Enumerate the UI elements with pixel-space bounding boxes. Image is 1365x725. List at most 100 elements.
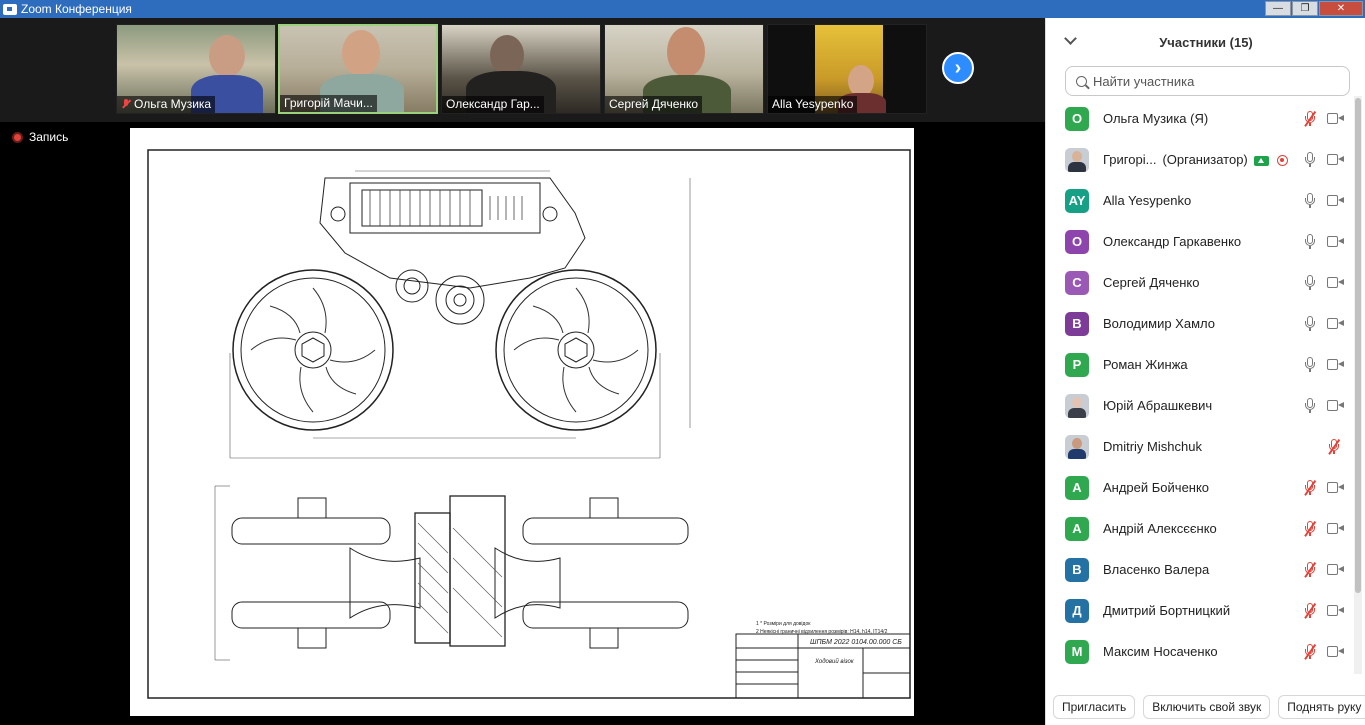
microphone-icon[interactable] [1304, 275, 1316, 290]
video-camera-icon[interactable] [1327, 318, 1344, 329]
avatar: В [1065, 557, 1089, 582]
participant-row[interactable]: Dmitriy Mishchuk [1046, 426, 1356, 467]
video-tile[interactable]: Alla Yesypenko [767, 24, 927, 114]
drawing-name: Ходовий візок [814, 658, 855, 665]
participant-row[interactable]: Р Роман Жинжа [1046, 344, 1356, 385]
video-camera-icon[interactable] [1327, 564, 1344, 575]
panel-title: Участники (15) [1159, 35, 1253, 50]
drawing-note: 1 * Розміри для довідок [756, 621, 811, 627]
participant-row[interactable]: С Сергей Дяченко [1046, 262, 1356, 303]
video-camera-icon[interactable] [1327, 277, 1344, 288]
video-camera-icon[interactable] [1327, 646, 1344, 657]
microphone-icon[interactable] [1304, 152, 1316, 167]
participants-panel: Участники (15) Найти участника О Ольга М… [1045, 18, 1365, 725]
video-camera-icon[interactable] [1327, 523, 1344, 534]
participant-face [342, 30, 380, 76]
shared-screen[interactable]: 1 * Розміри для довідок 2 Неякісні грани… [130, 128, 914, 716]
video-tile-active[interactable]: Григорій Мачи... [278, 24, 438, 114]
wheel-left [232, 269, 394, 431]
mic-muted-icon[interactable] [1304, 644, 1316, 659]
participant-row[interactable]: AY Alla Yesypenko [1046, 180, 1356, 221]
participant-row[interactable]: Юрій Абрашкевич [1046, 385, 1356, 426]
participant-list: О Ольга Музика (Я) Григорі... (Организато… [1046, 98, 1356, 672]
wheel-side-left-bottom [231, 601, 391, 629]
avatar: А [1065, 475, 1089, 500]
avatar: С [1065, 270, 1089, 295]
participant-row[interactable]: В Володимир Хамло [1046, 303, 1356, 344]
video-camera-icon[interactable] [1327, 482, 1344, 493]
mic-muted-icon[interactable] [1304, 480, 1316, 495]
mic-muted-icon[interactable] [1304, 562, 1316, 577]
participant-name: Андрей Бойченко [1103, 480, 1210, 495]
close-button[interactable]: ✕ [1319, 1, 1363, 16]
scrollbar-thumb[interactable] [1355, 98, 1361, 593]
video-strip: Ольга Музика Григорій Мачи... Олександр … [0, 18, 1045, 122]
drawing-code: ШПБМ 2022 0104.00.000 СБ [810, 639, 902, 646]
drawing-note: 2 Неякісні граничні відхилення розмірів:… [756, 629, 888, 635]
avatar: О [1065, 106, 1089, 131]
video-tile-label: Ольга Музика [117, 96, 216, 113]
avatar-photo [1065, 393, 1089, 418]
video-tile[interactable]: Олександр Гар... [441, 24, 601, 114]
screen-share-icon [1253, 155, 1269, 166]
recording-indicator[interactable]: Запись [12, 130, 68, 144]
invite-button[interactable]: Пригласить [1053, 695, 1136, 719]
panel-footer: Пригласить Включить свой звук Поднять ру… [1046, 689, 1365, 725]
chevron-right-icon: › [954, 56, 962, 79]
raise-hand-button[interactable]: Поднять руку [1278, 695, 1365, 719]
microphone-icon[interactable] [1304, 316, 1316, 331]
mic-muted-icon[interactable] [1304, 603, 1316, 618]
panel-header: Участники (15) [1046, 18, 1365, 64]
avatar: AY [1065, 188, 1089, 213]
microphone-icon[interactable] [1304, 234, 1316, 249]
avatar: О [1065, 229, 1089, 254]
video-tile[interactable]: Ольга Музика [116, 24, 276, 114]
avatar-photo [1065, 147, 1089, 172]
participant-name: Юрій Абрашкевич [1103, 398, 1213, 413]
video-camera-icon[interactable] [1327, 113, 1344, 124]
drawing-frame [147, 149, 911, 699]
video-camera-icon[interactable] [1327, 400, 1344, 411]
participant-row[interactable]: Григорі... (Организатор) [1046, 139, 1356, 180]
participant-name-host: Григорі... (Организатор) [1103, 152, 1288, 167]
mic-muted-icon[interactable] [1304, 111, 1316, 126]
participant-name: Максим Носаченко [1103, 644, 1218, 659]
video-camera-icon[interactable] [1327, 236, 1344, 247]
wheel-right [495, 269, 657, 431]
video-tile-label: Олександр Гар... [442, 96, 544, 113]
window-title: Zoom Конференция [21, 2, 132, 16]
participant-name: Дмитрий Бортницкий [1103, 603, 1231, 618]
participant-row[interactable]: О Олександр Гаркавенко [1046, 221, 1356, 262]
video-tile[interactable]: Сергей Дяченко [604, 24, 764, 114]
zoom-camera-icon [3, 3, 17, 15]
microphone-icon[interactable] [1304, 357, 1316, 372]
participant-row[interactable]: М Максим Носаченко [1046, 631, 1356, 672]
video-camera-icon[interactable] [1327, 605, 1344, 616]
avatar: М [1065, 639, 1089, 664]
participant-row[interactable]: А Андрей Бойченко [1046, 467, 1356, 508]
video-camera-icon[interactable] [1327, 195, 1344, 206]
video-tile-label: Григорій Мачи... [280, 95, 377, 112]
avatar: А [1065, 516, 1089, 541]
participant-name: Андрій Алексєєнко [1103, 521, 1217, 536]
participant-row[interactable]: Д Дмитрий Бортницкий [1046, 590, 1356, 631]
avatar: Д [1065, 598, 1089, 623]
microphone-icon[interactable] [1304, 193, 1316, 208]
mic-muted-icon[interactable] [1304, 521, 1316, 536]
mic-muted-icon[interactable] [1328, 439, 1340, 454]
participant-row[interactable]: А Андрій Алексєєнко [1046, 508, 1356, 549]
video-camera-icon[interactable] [1327, 359, 1344, 370]
search-input[interactable]: Найти участника [1065, 66, 1350, 96]
participant-row[interactable]: О Ольга Музика (Я) [1046, 98, 1356, 139]
participant-row[interactable]: В Власенко Валера [1046, 549, 1356, 590]
video-tile-label: Сергей Дяченко [605, 96, 703, 113]
unmute-button[interactable]: Включить свой звук [1143, 695, 1271, 719]
participant-name: Dmitriy Mishchuk [1103, 439, 1202, 454]
participant-name: Олександр Гаркавенко [1103, 234, 1242, 249]
next-page-button[interactable]: › [942, 52, 974, 84]
maximize-button[interactable]: ❐ [1292, 1, 1318, 16]
search-placeholder: Найти участника [1093, 73, 1195, 89]
video-camera-icon[interactable] [1327, 154, 1344, 165]
microphone-icon[interactable] [1304, 398, 1316, 413]
minimize-button[interactable]: — [1265, 1, 1291, 16]
